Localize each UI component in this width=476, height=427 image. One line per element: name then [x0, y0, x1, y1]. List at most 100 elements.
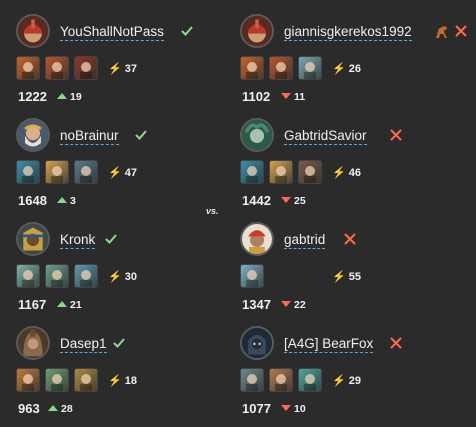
checkmark-icon — [104, 232, 118, 250]
checkmark-icon — [134, 128, 148, 146]
player-card: gabtrid ⚡ 55 1347 22 — [238, 208, 463, 312]
rating-change: 19 — [57, 91, 82, 103]
hero-portrait[interactable] — [74, 368, 98, 392]
rating-change: 25 — [281, 195, 306, 207]
hero-portrait[interactable] — [298, 368, 322, 392]
energy-value: 18 — [124, 375, 137, 387]
cross-icon — [389, 128, 403, 146]
lightning-icon: ⚡ — [108, 63, 122, 75]
lightning-icon: ⚡ — [332, 167, 346, 179]
player-name[interactable]: Kronk — [60, 232, 96, 249]
hero-portrait[interactable] — [16, 368, 40, 392]
rating-value: 1102 — [242, 89, 271, 104]
rating-change-value: 10 — [294, 403, 306, 415]
arrow-down-icon — [281, 405, 291, 411]
right-team: giannisgkerekos1992 ⚡ 26 1102 11 GabtridSavio… — [238, 0, 468, 416]
horse-icon — [434, 24, 450, 43]
energy-stat: ⚡ 55 — [332, 270, 361, 283]
rating-change-value: 11 — [294, 91, 306, 103]
hero-portrait[interactable] — [269, 56, 293, 80]
player-card: YouShallNotPass ⚡ 37 1222 19 — [14, 0, 239, 104]
hero-portrait[interactable] — [269, 160, 293, 184]
player-name[interactable]: giannisgkerekos1992 — [284, 24, 412, 41]
rating-change: 10 — [281, 403, 306, 415]
arrow-down-icon — [281, 301, 291, 307]
avatar[interactable] — [16, 222, 50, 256]
rating-value: 1167 — [18, 297, 47, 312]
player-card: [A4G] BearFox ⚡ 29 1077 10 — [238, 312, 463, 416]
rating-value: 1347 — [242, 297, 271, 312]
lightning-icon: ⚡ — [108, 375, 122, 387]
hero-portrait[interactable] — [240, 368, 264, 392]
hero-portrait[interactable] — [45, 160, 69, 184]
energy-value: 47 — [124, 167, 137, 179]
energy-stat: ⚡ 47 — [108, 166, 137, 179]
rating-value: 1222 — [18, 89, 47, 104]
hero-portrait[interactable] — [298, 160, 322, 184]
player-name[interactable]: [A4G] BearFox — [284, 336, 374, 353]
hero-portrait[interactable] — [45, 56, 69, 80]
rating-change-value: 28 — [61, 403, 73, 415]
avatar[interactable] — [240, 118, 274, 152]
rating-change: 3 — [57, 195, 76, 207]
player-card: noBrainur ⚡ 47 1648 3 — [14, 104, 239, 208]
hero-portrait[interactable] — [240, 56, 264, 80]
checkmark-icon — [180, 24, 194, 42]
player-name[interactable]: noBrainur — [60, 128, 119, 145]
rating-change-value: 22 — [294, 299, 306, 311]
cross-icon — [389, 336, 403, 354]
avatar[interactable] — [240, 14, 274, 48]
player-card: Dasep1 ⚡ 18 963 28 — [14, 312, 239, 416]
arrow-up-icon — [48, 405, 58, 411]
avatar[interactable] — [240, 326, 274, 360]
hero-portrait[interactable] — [240, 160, 264, 184]
hero-portrait[interactable] — [269, 368, 293, 392]
cross-icon — [343, 232, 357, 250]
rating-change-value: 3 — [70, 195, 76, 207]
rating-value: 1648 — [18, 193, 47, 208]
vs-label: vs. — [206, 206, 219, 216]
hero-portrait[interactable] — [74, 160, 98, 184]
rating-change: 11 — [281, 91, 305, 103]
player-name[interactable]: GabtridSavior — [284, 128, 367, 145]
energy-stat: ⚡ 29 — [332, 374, 361, 387]
player-card: GabtridSavior ⚡ 46 1442 25 — [238, 104, 463, 208]
player-card: Kronk ⚡ 30 1167 21 — [14, 208, 239, 312]
lightning-icon: ⚡ — [108, 167, 122, 179]
energy-stat: ⚡ 30 — [108, 270, 137, 283]
hero-portrait[interactable] — [74, 264, 98, 288]
hero-portrait[interactable] — [16, 160, 40, 184]
rating-change: 21 — [57, 299, 82, 311]
lightning-icon: ⚡ — [108, 271, 122, 283]
hero-portrait[interactable] — [16, 264, 40, 288]
energy-stat: ⚡ 26 — [332, 62, 361, 75]
hero-portrait[interactable] — [45, 264, 69, 288]
rating-value: 1442 — [242, 193, 271, 208]
rating-change-value: 21 — [70, 299, 82, 311]
energy-value: 55 — [348, 271, 361, 283]
cross-icon — [454, 24, 468, 42]
hero-portrait[interactable] — [74, 56, 98, 80]
energy-value: 46 — [348, 167, 361, 179]
rating-change-value: 25 — [294, 195, 306, 207]
player-name[interactable]: YouShallNotPass — [60, 24, 164, 41]
hero-portrait[interactable] — [16, 56, 40, 80]
energy-stat: ⚡ 46 — [332, 166, 361, 179]
avatar[interactable] — [16, 118, 50, 152]
avatar[interactable] — [16, 326, 50, 360]
hero-portrait[interactable] — [45, 368, 69, 392]
rating-value: 963 — [18, 401, 40, 416]
energy-stat: ⚡ 18 — [108, 374, 137, 387]
hero-portrait[interactable] — [240, 264, 264, 288]
hero-portrait[interactable] — [298, 56, 322, 80]
avatar[interactable] — [16, 14, 50, 48]
player-name[interactable]: Dasep1 — [60, 336, 107, 353]
avatar[interactable] — [240, 222, 274, 256]
energy-value: 29 — [348, 375, 361, 387]
arrow-up-icon — [57, 93, 67, 99]
arrow-up-icon — [57, 197, 67, 203]
rating-change: 22 — [281, 299, 306, 311]
energy-value: 37 — [124, 63, 137, 75]
rating-change: 28 — [48, 403, 73, 415]
player-name[interactable]: gabtrid — [284, 232, 326, 249]
